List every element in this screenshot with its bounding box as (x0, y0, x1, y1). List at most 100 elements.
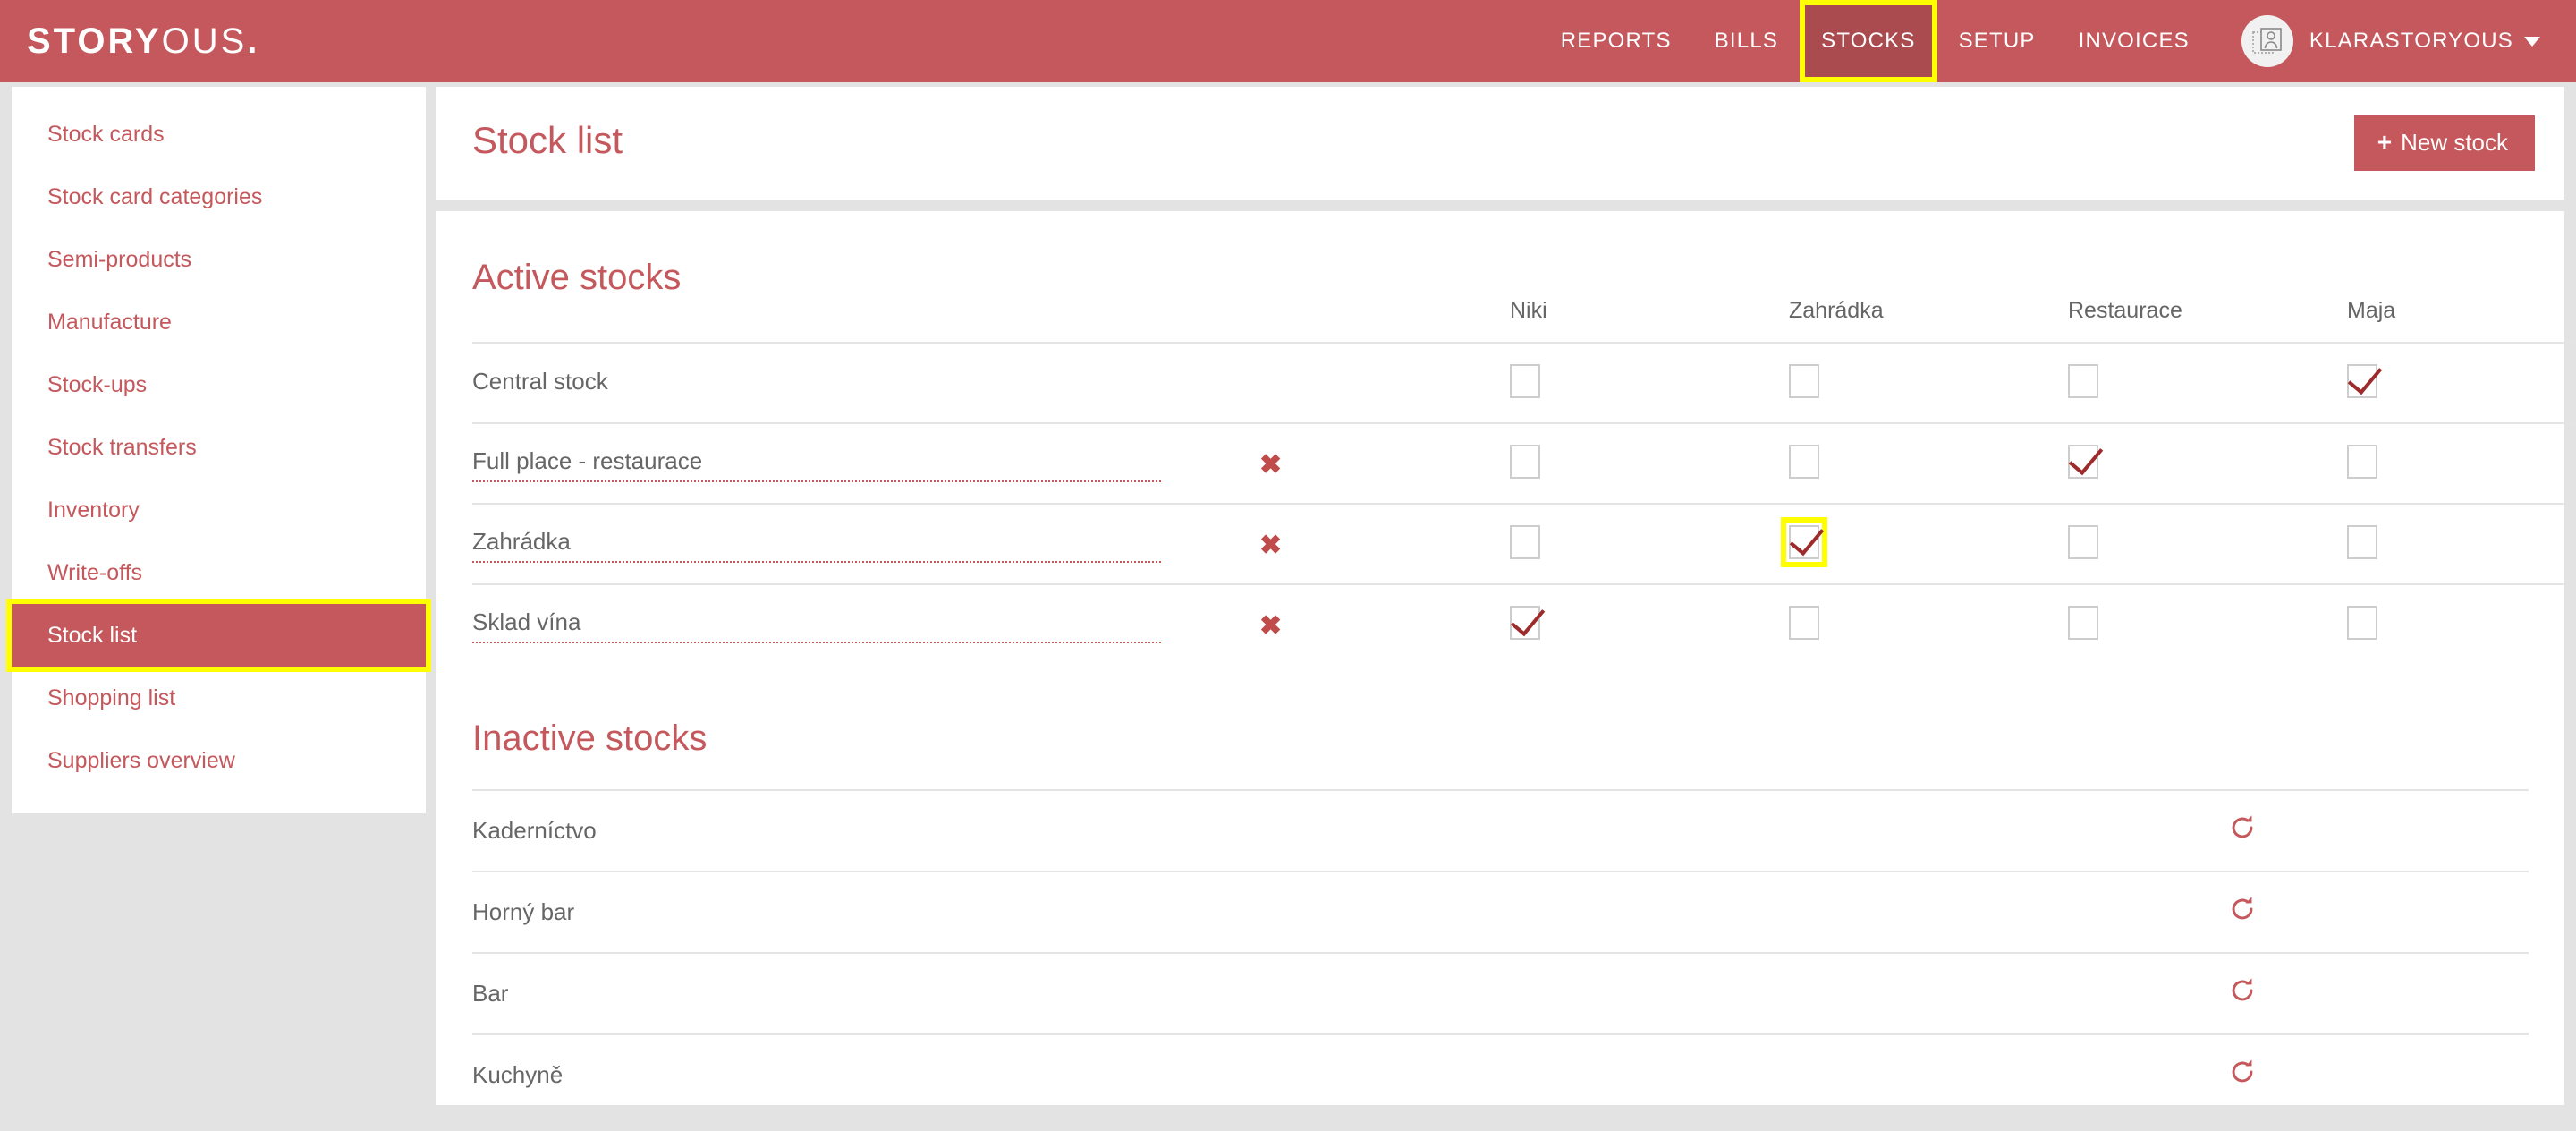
top-navigation-bar: STORYOUS. REPORTS BILLS STOCKS SETUP INVOICE… (0, 0, 2576, 82)
inactive-stock-name: Horný bar (472, 898, 575, 925)
logo-bold-part: STORY (27, 21, 162, 61)
stock-place-checkbox[interactable] (2068, 363, 2098, 398)
checkbox-wrapper (1781, 516, 1827, 567)
checkbox-cell-niki (1510, 504, 1789, 584)
stock-name-label: Central stock (472, 367, 608, 395)
stock-place-checkbox[interactable] (2068, 444, 2098, 479)
sidebar-item-suppliers-overview[interactable]: Suppliers overview (12, 729, 426, 792)
stock-place-checkbox[interactable] (1510, 444, 1540, 479)
stock-place-checkbox[interactable] (1789, 363, 1819, 398)
checkbox-wrapper (1789, 606, 1819, 640)
stock-place-checkbox[interactable] (1510, 363, 1540, 398)
nav-item-bills[interactable]: BILLS (1693, 0, 1800, 82)
table-row: Zahrádka ✖ (472, 504, 2576, 584)
stock-place-checkbox[interactable] (2347, 444, 2377, 479)
inactive-stocks-title: Inactive stocks (472, 719, 708, 758)
stock-place-checkbox[interactable] (1789, 606, 1819, 640)
sidebar-item-shopping-list[interactable]: Shopping list (12, 667, 426, 729)
sidebar-item-stock-list[interactable]: Stock list (6, 599, 431, 672)
checkbox-wrapper (1789, 444, 1819, 479)
sidebar-item-stock-card-categories[interactable]: Stock card categories (12, 166, 426, 228)
checkbox-cell-restaurace (2068, 423, 2347, 504)
stock-place-checkbox[interactable] (1510, 606, 1540, 640)
stock-place-checkbox[interactable] (2347, 363, 2377, 398)
sidebar-item-write-offs[interactable]: Write-offs (12, 541, 426, 604)
delete-cell: ✖ (1259, 504, 1510, 584)
col-header-niki: Niki (1510, 298, 1547, 323)
stock-place-checkbox[interactable] (1510, 524, 1540, 559)
chevron-down-icon (2524, 36, 2540, 47)
restore-icon[interactable] (2227, 975, 2258, 1006)
stock-name-cell: Zahrádka (472, 504, 1259, 584)
stock-place-checkbox[interactable] (2347, 606, 2377, 640)
nav-item-reports[interactable]: REPORTS (1539, 0, 1693, 82)
page-header-panel: Stock list + New stock (436, 87, 2564, 200)
restore-icon[interactable] (2227, 894, 2258, 924)
restore-icon[interactable] (2227, 1057, 2258, 1087)
plus-icon: + (2377, 128, 2393, 156)
user-menu[interactable]: KLARASTORYOUS (2241, 0, 2540, 82)
sidebar-item-stock-transfers[interactable]: Stock transfers (12, 416, 426, 479)
sidebar-item-stock-ups[interactable]: Stock-ups (12, 353, 426, 416)
delete-cell: ✖ (1259, 584, 1510, 665)
checkbox-cell-zahrádka (1789, 423, 2068, 504)
sidebar-item-manufacture[interactable]: Manufacture (12, 291, 426, 353)
stock-name-cell: Full place - restaurace (472, 423, 1259, 504)
inactive-stocks-table: Kaderníctvo Horný bar Bar Kuchyně (472, 789, 2529, 1115)
nav-item-invoices[interactable]: INVOICES (2057, 0, 2211, 82)
restore-icon[interactable] (2227, 812, 2258, 843)
stock-place-checkbox[interactable] (1789, 524, 1819, 559)
checkbox-wrapper (2347, 444, 2377, 479)
delete-stock-icon[interactable]: ✖ (1259, 449, 1282, 480)
checkbox-cell-niki (1510, 584, 1789, 665)
new-stock-button[interactable]: + New stock (2353, 115, 2535, 171)
delete-stock-icon[interactable]: ✖ (1259, 530, 1282, 561)
checkbox-cell-restaurace (2068, 504, 2347, 584)
checkbox-wrapper (2347, 363, 2377, 398)
delete-stock-icon[interactable]: ✖ (1259, 610, 1282, 642)
stock-place-checkbox[interactable] (2068, 606, 2098, 640)
stock-place-checkbox[interactable] (1789, 444, 1819, 479)
sidebar-item-stock-cards[interactable]: Stock cards (12, 103, 426, 166)
stock-place-checkbox[interactable] (2347, 524, 2377, 559)
col-header-restaurace: Restaurace (2068, 298, 2182, 323)
checkbox-wrapper (2347, 606, 2377, 640)
sidebar-item-inventory[interactable]: Inventory (12, 479, 426, 541)
col-header-delete (1259, 298, 1510, 343)
checkbox-cell-maja (2347, 584, 2576, 665)
checkbox-wrapper (2068, 524, 2098, 559)
restore-cell (1956, 1034, 2529, 1115)
storyous-logo[interactable]: STORYOUS. (27, 21, 259, 62)
user-photo-placeholder-icon (2252, 28, 2282, 54)
username-label: KLARASTORYOUS (2309, 29, 2513, 53)
table-row: Kaderníctvo (472, 790, 2529, 872)
checkbox-cell-maja (2347, 423, 2576, 504)
delete-cell (1259, 343, 1510, 423)
col-header-name (472, 298, 1259, 343)
active-stocks-header-row: Niki Zahrádka Restaurace Maja (472, 298, 2576, 343)
logo-dot: . (247, 21, 260, 61)
restore-cell (1956, 790, 2529, 872)
stock-name-cell: Sklad vína (472, 584, 1259, 665)
avatar (2241, 15, 2293, 67)
checkbox-wrapper (2068, 444, 2098, 479)
active-stocks-table: Niki Zahrádka Restaurace Maja Central stock… (472, 298, 2576, 665)
stock-name-input[interactable]: Full place - restaurace (472, 447, 1161, 482)
checkbox-cell-restaurace (2068, 584, 2347, 665)
inactive-stock-name: Bar (472, 980, 509, 1007)
checkbox-cell-niki (1510, 423, 1789, 504)
new-stock-label: New stock (2401, 129, 2508, 156)
checkbox-cell-maja (2347, 343, 2576, 423)
delete-cell: ✖ (1259, 423, 1510, 504)
col-header-maja: Maja (2347, 298, 2396, 323)
stock-name-input[interactable]: Zahrádka (472, 528, 1161, 563)
stock-name-input[interactable]: Sklad vína (472, 608, 1161, 643)
col-header-zahrádka: Zahrádka (1789, 298, 1884, 323)
stock-place-checkbox[interactable] (2068, 524, 2098, 559)
sidebar-item-semi-products[interactable]: Semi-products (12, 228, 426, 291)
active-stocks-title: Active stocks (472, 258, 682, 297)
checkbox-cell-restaurace (2068, 343, 2347, 423)
checkbox-cell-zahrádka (1789, 343, 2068, 423)
nav-item-stocks[interactable]: STOCKS (1800, 0, 1937, 82)
nav-item-setup[interactable]: SETUP (1937, 0, 2057, 82)
